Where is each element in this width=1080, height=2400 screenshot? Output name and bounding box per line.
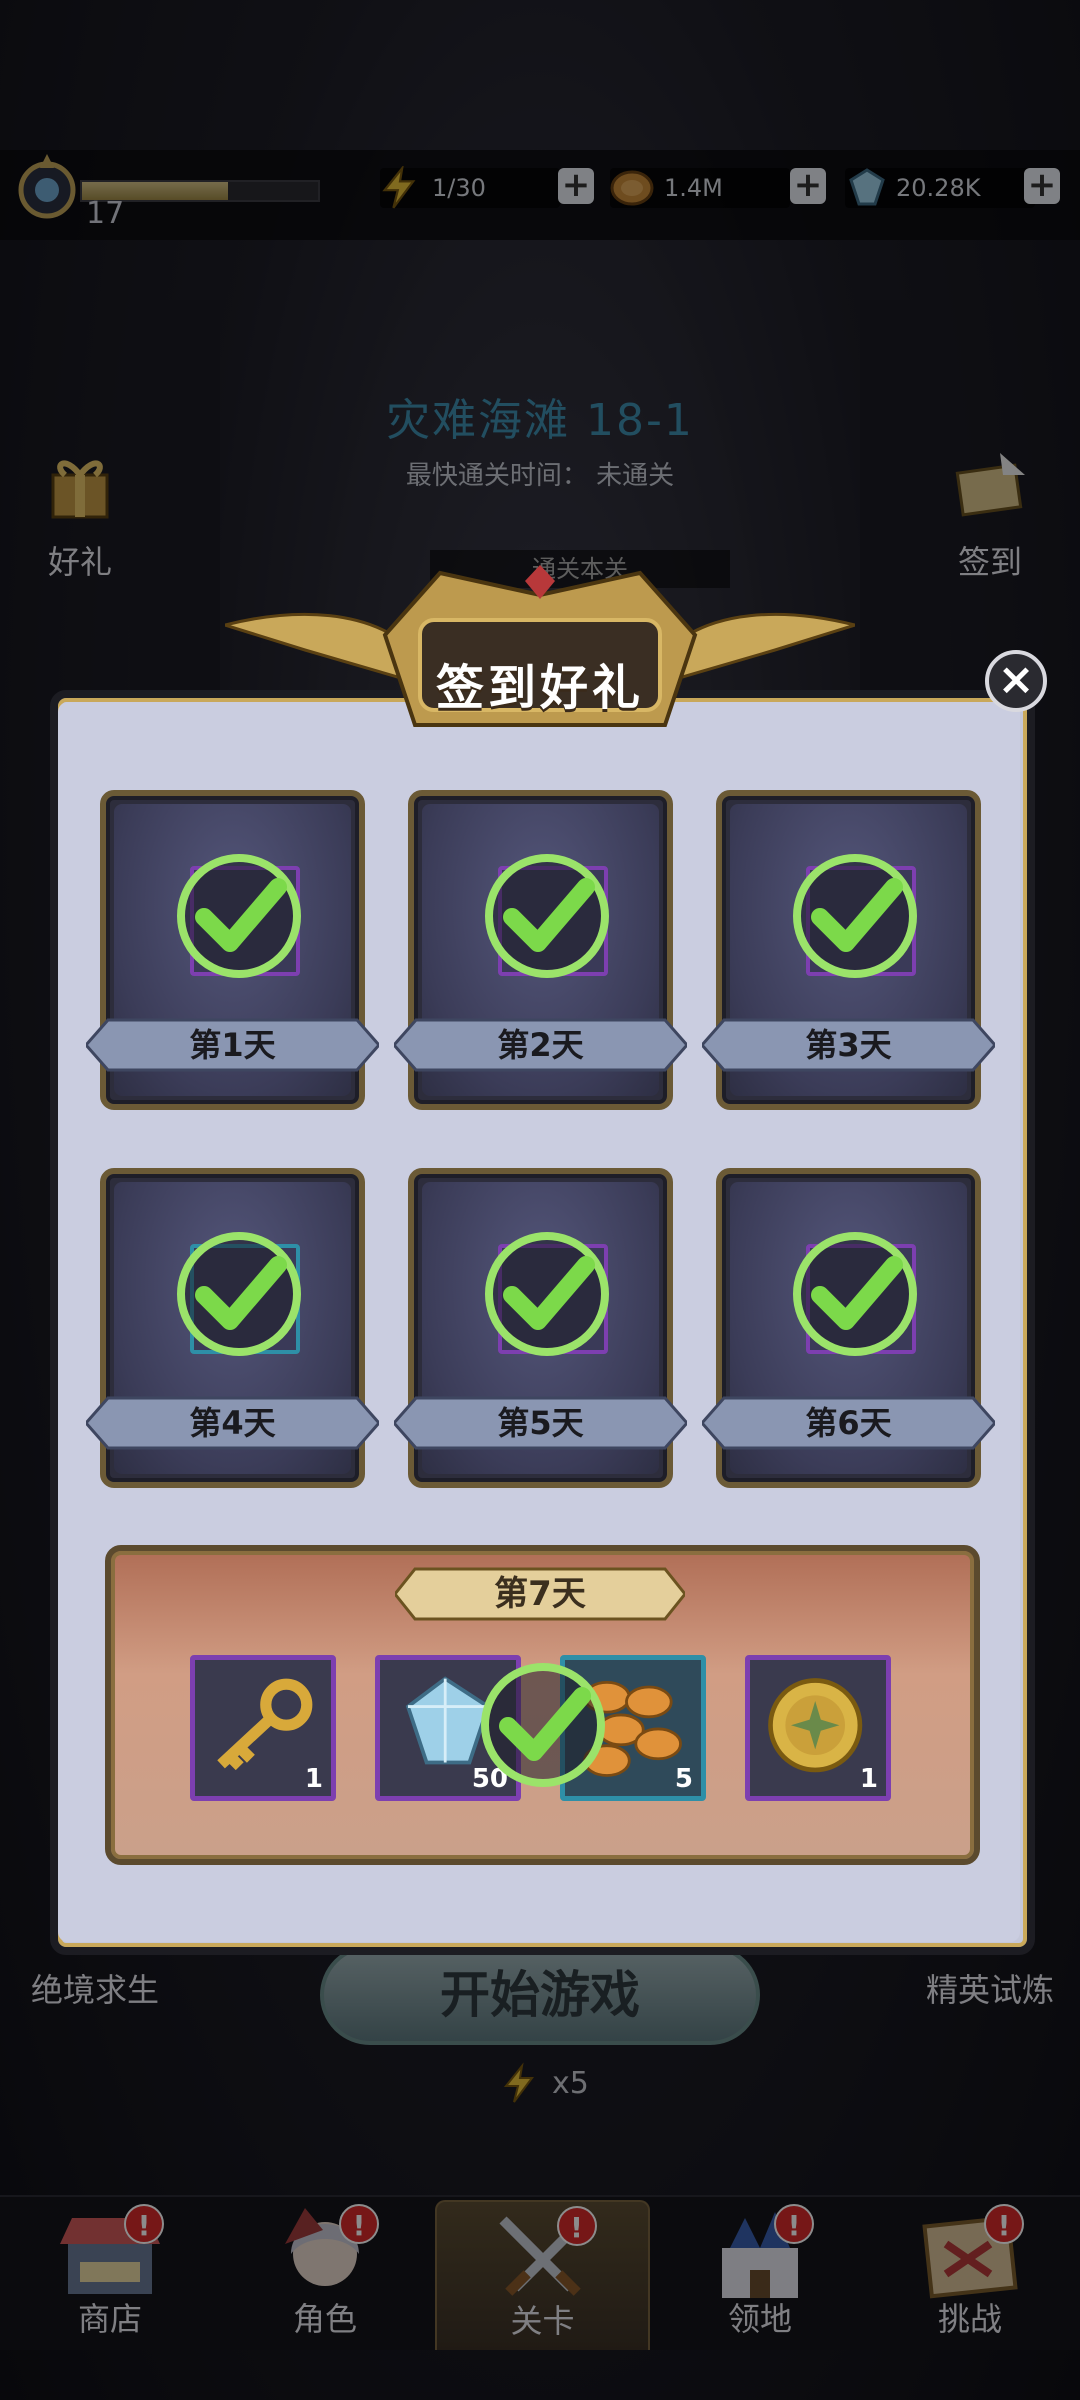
day-label: 第6天 <box>805 1404 892 1442</box>
day-label: 第3天 <box>805 1026 892 1064</box>
reward-key[interactable]: 1 <box>190 1655 336 1801</box>
modal-title: 签到好礼 <box>435 660 644 716</box>
reward-count: 1 <box>859 1764 878 1794</box>
day7-label: 第7天 <box>494 1574 586 1614</box>
close-modal-button[interactable]: × <box>985 650 1047 712</box>
claimed-check-icon <box>177 854 301 978</box>
claimed-check-icon <box>793 1232 917 1356</box>
claimed-check-icon <box>485 1232 609 1356</box>
reward-count: 5 <box>674 1764 693 1794</box>
day-card[interactable]: 第2天 <box>394 790 687 1110</box>
day-card[interactable]: 第5天 <box>394 1168 687 1488</box>
day-card[interactable]: 第6天 <box>702 1168 995 1488</box>
day-card[interactable]: 第1天 <box>86 790 379 1110</box>
day7-claimed-check-icon <box>481 1663 605 1787</box>
claimed-check-icon <box>485 854 609 978</box>
day-card[interactable]: 第3天 <box>702 790 995 1110</box>
reward-count: 1 <box>304 1764 323 1794</box>
day-label: 第2天 <box>497 1026 584 1064</box>
reward-medal[interactable]: 1 <box>745 1655 891 1801</box>
claimed-check-icon <box>177 1232 301 1356</box>
claimed-check-icon <box>793 854 917 978</box>
day-card[interactable]: 第4天 <box>86 1168 379 1488</box>
day-label: 第1天 <box>189 1026 276 1064</box>
day-label: 第5天 <box>497 1404 584 1442</box>
day-label: 第4天 <box>189 1404 276 1442</box>
